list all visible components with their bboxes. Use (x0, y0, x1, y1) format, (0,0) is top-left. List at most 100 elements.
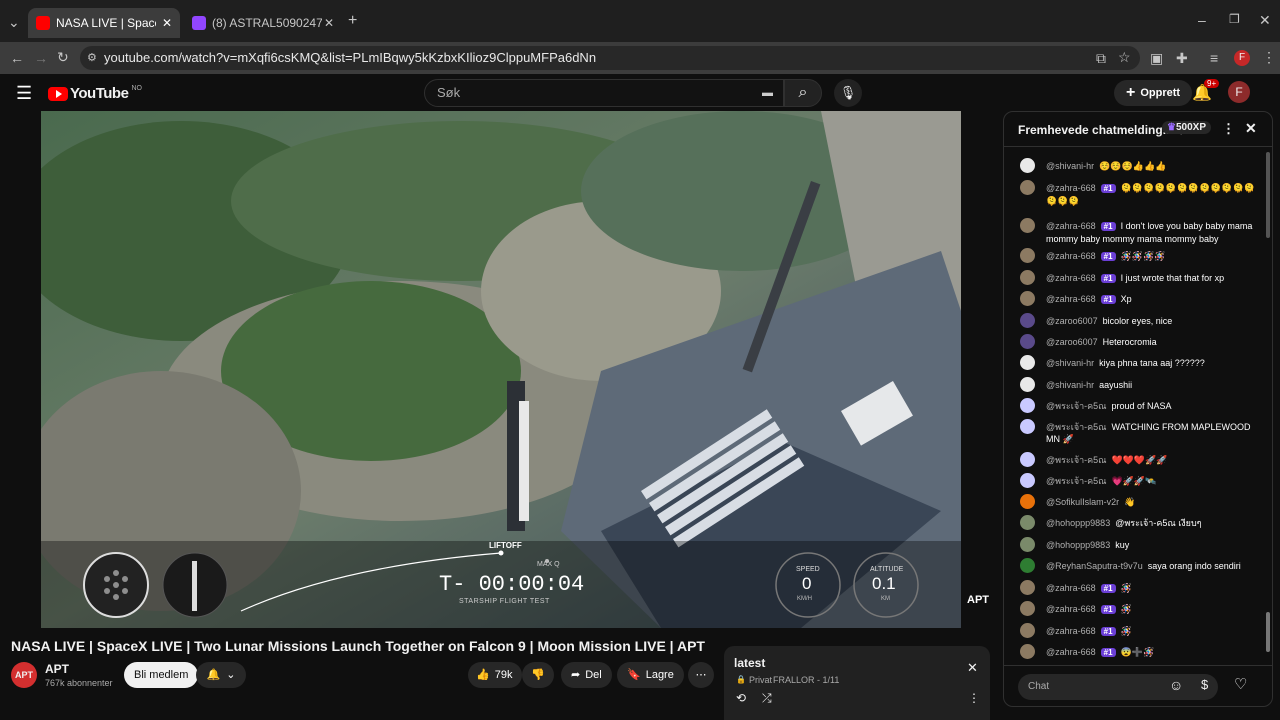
chat-author[interactable]: @zahra-668 (1046, 626, 1096, 636)
like-button[interactable]: 👍 79k (468, 662, 522, 688)
search-button[interactable]: ⌕ (784, 79, 822, 107)
chat-avatar[interactable] (1020, 355, 1035, 370)
tab-close-icon[interactable]: ✕ (324, 16, 334, 30)
chat-avatar[interactable] (1020, 580, 1035, 595)
chat-avatar[interactable] (1020, 291, 1035, 306)
chat-avatar[interactable] (1020, 537, 1035, 552)
close-window-icon[interactable]: ✕ (1259, 12, 1271, 29)
chat-avatar[interactable] (1020, 313, 1035, 328)
chat-author[interactable]: @shivani-hr (1046, 161, 1094, 171)
chat-avatar[interactable] (1020, 218, 1035, 233)
puzzle-extensions-icon[interactable]: ✚ (1176, 50, 1188, 67)
account-avatar[interactable]: F (1228, 81, 1250, 103)
channel-avatar[interactable]: APT (11, 662, 37, 688)
chat-avatar[interactable] (1020, 452, 1035, 467)
chat-author[interactable]: @zahra-668 (1046, 604, 1096, 614)
reload-icon[interactable]: ↻ (57, 49, 69, 66)
extension-icon[interactable]: ▣ (1150, 50, 1163, 67)
subscribe-bell-button[interactable]: 🔔 ⌄ (196, 662, 246, 688)
more-actions-button[interactable]: ⋯ (688, 662, 714, 688)
tab-list-chevron-icon[interactable]: ⌄ (8, 14, 20, 31)
chat-author[interactable]: @zahra-668 (1046, 583, 1096, 593)
chat-author[interactable]: @zahra-668 (1046, 647, 1096, 657)
chat-menu-icon[interactable]: ⋮ (1222, 121, 1235, 137)
bookmark-star-icon[interactable]: ☆ (1118, 49, 1131, 66)
chat-scrollbar[interactable] (1266, 152, 1270, 238)
chat-avatar[interactable] (1020, 515, 1035, 530)
super-chat-icon[interactable]: $ (1201, 677, 1208, 692)
chat-avatar[interactable] (1020, 601, 1035, 616)
chat-author[interactable]: @zaroo6007 (1046, 337, 1098, 347)
keyboard-icon[interactable]: ▬ (762, 80, 773, 106)
chat-author[interactable]: @ReyhanSaputra-t9v7u (1046, 561, 1143, 571)
dislike-button[interactable]: 👎 (522, 662, 554, 688)
restore-icon[interactable]: ❐ (1229, 12, 1240, 26)
chat-avatar[interactable] (1020, 473, 1035, 488)
profile-avatar[interactable]: F (1234, 50, 1250, 66)
search-input[interactable]: Søk ▬ (424, 79, 784, 107)
tab-twitch[interactable]: (8) ASTRAL5090247 - Twitch ✕ (184, 8, 342, 38)
join-button[interactable]: Bli medlem (124, 662, 199, 688)
chat-avatar[interactable] (1020, 494, 1035, 509)
notifications-button[interactable]: 🔔 9+ (1192, 79, 1220, 103)
chat-scrollbar-thumb[interactable] (1266, 612, 1270, 652)
chat-input[interactable]: Chat (1018, 674, 1218, 700)
chat-author[interactable]: @พระเจ้า-ค5ณ (1046, 401, 1107, 411)
chat-author[interactable]: @zahra-668 (1046, 273, 1096, 283)
chat-author[interactable]: @zahra-668 (1046, 251, 1096, 261)
back-arrow-icon[interactable]: ← (10, 50, 24, 66)
chat-author[interactable]: @SofikulIslam-v2r (1046, 497, 1119, 507)
site-info-icon[interactable]: ⚙ (87, 46, 97, 70)
playlist-menu-icon[interactable]: ⋮ (968, 691, 980, 705)
chat-author[interactable]: @hohoppp9883 (1046, 518, 1110, 528)
minimize-icon[interactable]: – (1198, 12, 1206, 28)
close-chat-icon[interactable]: ✕ (1245, 120, 1257, 137)
chat-author[interactable]: @hohoppp9883 (1046, 540, 1110, 550)
url-field[interactable]: ⚙ youtube.com/watch?v=mXqfi6csKMQ&list=P… (80, 46, 1140, 70)
shuffle-icon[interactable]: ⤮ (762, 691, 772, 706)
chat-author[interactable]: @zahra-668 (1046, 183, 1096, 193)
chat-author[interactable]: @zahra-668 (1046, 294, 1096, 304)
chat-avatar[interactable] (1020, 270, 1035, 285)
media-controls-icon[interactable]: ≡ (1210, 50, 1218, 66)
save-button[interactable]: 🔖 Lagre (617, 662, 684, 688)
xp-badge[interactable]: ♛500XP (1162, 121, 1211, 134)
share-button[interactable]: ➦ Del (561, 662, 612, 688)
chat-author[interactable]: @zahra-668 (1046, 221, 1096, 231)
video-player[interactable]: LIFTOFF MAX Q T- 00:00:04 STARSHIP FLIGH… (41, 111, 961, 628)
youtube-favicon-icon (36, 16, 50, 30)
voice-search-button[interactable]: 🎙 (834, 79, 862, 107)
youtube-logo[interactable]: YouTube NO (48, 85, 142, 102)
browser-menu-icon[interactable]: ⋮ (1262, 49, 1276, 66)
chat-avatar[interactable] (1020, 558, 1035, 573)
emoji-icon[interactable]: ☺ (1169, 677, 1183, 693)
hamburger-menu-icon[interactable]: ☰ (16, 83, 32, 104)
chat-author[interactable]: @พระเจ้า-ค5ณ (1046, 476, 1107, 486)
chat-author[interactable]: @พระเจ้า-ค5ณ (1046, 422, 1107, 432)
create-button[interactable]: + Opprett (1114, 80, 1193, 106)
chat-avatar[interactable] (1020, 644, 1035, 659)
chat-author[interactable]: @พระเจ้า-ค5ณ (1046, 455, 1107, 465)
member-rank-badge: #1 (1100, 252, 1116, 261)
chat-author[interactable]: @shivani-hr (1046, 358, 1094, 368)
close-playlist-icon[interactable]: ✕ (967, 660, 978, 676)
chat-avatar[interactable] (1020, 334, 1035, 349)
chat-avatar[interactable] (1020, 419, 1035, 434)
chat-author[interactable]: @shivani-hr (1046, 380, 1094, 390)
chat-mode-dropdown[interactable]: Fremhevede chatmelding... ⌄ (1018, 123, 1186, 137)
chat-avatar[interactable] (1020, 180, 1035, 195)
tab-youtube[interactable]: NASA LIVE | SpaceX LIVE | T ✕ (28, 8, 180, 38)
new-tab-plus-icon[interactable]: + (348, 12, 357, 30)
chat-author[interactable]: @zaroo6007 (1046, 316, 1098, 326)
heart-icon[interactable]: ♡ (1234, 675, 1247, 693)
install-app-icon[interactable]: ⧉ (1096, 50, 1106, 67)
chat-avatar[interactable] (1020, 623, 1035, 638)
chat-avatar[interactable] (1020, 377, 1035, 392)
chat-avatar[interactable] (1020, 398, 1035, 413)
forward-arrow-icon[interactable]: → (34, 50, 48, 66)
channel-name[interactable]: APT (45, 662, 69, 676)
loop-icon[interactable]: ⟲ (736, 691, 746, 705)
chat-avatar[interactable] (1020, 158, 1035, 173)
chat-avatar[interactable] (1020, 248, 1035, 263)
tab-close-icon[interactable]: ✕ (162, 16, 172, 30)
